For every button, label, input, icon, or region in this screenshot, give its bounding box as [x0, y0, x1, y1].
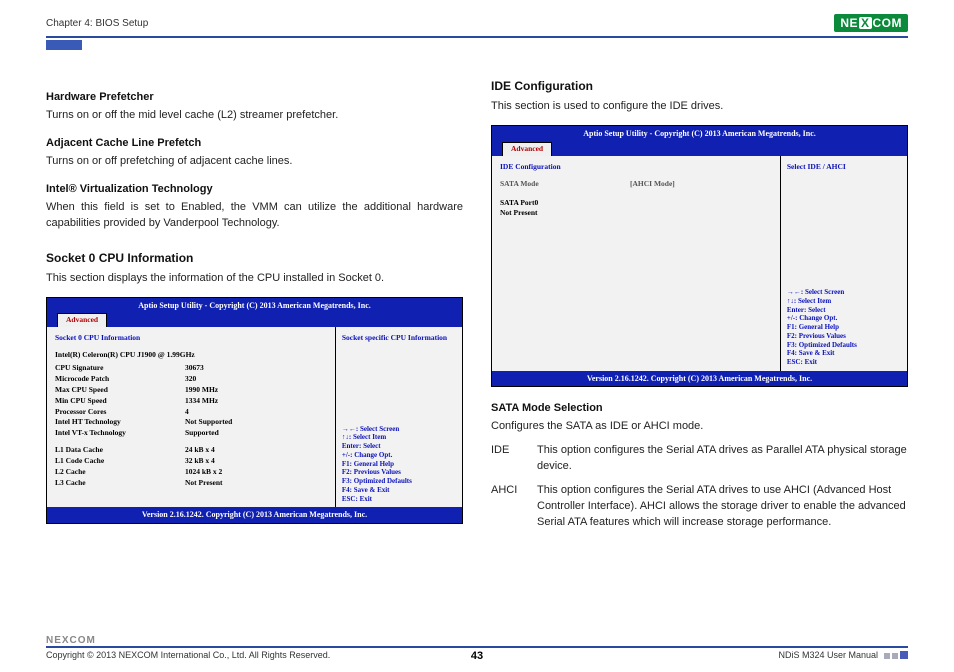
bios-key-help: →←: Select Screen ↑↓: Select Item Enter:…: [787, 288, 901, 367]
row-key: L3 Cache: [55, 478, 185, 489]
accent-tab: [46, 40, 82, 50]
brand-logo: NE X COM: [834, 14, 908, 32]
heading-hardware-prefetcher: Hardware Prefetcher: [46, 90, 463, 106]
help-line: F4: Save & Exit: [787, 349, 901, 358]
bios-help-title: Select IDE / AHCI: [787, 162, 901, 173]
row-key: Intel VT-x Technology: [55, 428, 185, 439]
right-column: IDE Configuration This section is used t…: [491, 78, 908, 531]
bios-left-pane: IDE Configuration SATA Mode [AHCI Mode] …: [492, 156, 781, 371]
help-line: F3: Optimized Defaults: [787, 341, 901, 350]
row-val: 4: [185, 407, 189, 418]
text-socket0: This section displays the information of…: [46, 271, 463, 287]
row-val: 30673: [185, 363, 204, 374]
bios-tab-row: Advanced: [492, 142, 907, 156]
help-line: ESC: Exit: [342, 495, 456, 504]
bios-panel-ide-config: Aptio Setup Utility - Copyright (C) 2013…: [491, 125, 908, 387]
row-key: CPU Signature: [55, 363, 185, 374]
help-line: F3: Optimized Defaults: [342, 477, 456, 486]
bios-footer: Version 2.16.1242. Copyright (C) 2013 Am…: [492, 371, 907, 387]
row-key: Min CPU Speed: [55, 396, 185, 407]
help-line: F1: General Help: [342, 460, 456, 469]
bios-right-pane: Socket specific CPU Information →←: Sele…: [336, 327, 462, 507]
row-val: 320: [185, 374, 196, 385]
help-line: ↑↓: Select Item: [787, 297, 901, 306]
bios-tab-advanced[interactable]: Advanced: [57, 313, 107, 327]
logo-text-a: NE: [840, 16, 858, 30]
bios-left-pane: Socket 0 CPU Information Intel(R) Celero…: [47, 327, 336, 507]
heading-sata-mode: SATA Mode Selection: [491, 401, 908, 417]
bios-title: Aptio Setup Utility - Copyright (C) 2013…: [47, 298, 462, 314]
row-val: 1334 MHz: [185, 396, 218, 407]
help-line: F4: Save & Exit: [342, 486, 456, 495]
header-rule: [46, 36, 908, 38]
text-ide-config: This section is used to configure the ID…: [491, 99, 908, 115]
bios-panel-cpu-info: Aptio Setup Utility - Copyright (C) 2013…: [46, 297, 463, 524]
left-column: Hardware Prefetcher Turns on or off the …: [46, 78, 463, 531]
help-line: →←: Select Screen: [342, 425, 456, 434]
heading-ide-config: IDE Configuration: [491, 78, 908, 95]
chapter-title: Chapter 4: BIOS Setup: [46, 18, 148, 29]
row-val: 24 kB x 4: [185, 445, 215, 456]
help-line: F1: General Help: [787, 323, 901, 332]
help-line: F2: Previous Values: [342, 468, 456, 477]
footer-logo: NEXCOM: [46, 635, 908, 646]
bios-title: Aptio Setup Utility - Copyright (C) 2013…: [492, 126, 907, 142]
bios-section-title: Socket 0 CPU Information: [55, 333, 329, 344]
row-val: 1990 MHz: [185, 385, 218, 396]
text-hardware-prefetcher: Turns on or off the mid level cache (L2)…: [46, 108, 463, 124]
row-key: Processor Cores: [55, 407, 185, 418]
text-sata-mode: Configures the SATA as IDE or AHCI mode.: [491, 419, 908, 435]
text-adjacent-cache: Turns on or off prefetching of adjacent …: [46, 154, 463, 170]
row-key: L2 Cache: [55, 467, 185, 478]
row-val: 32 kB x 4: [185, 456, 215, 467]
logo-x-icon: X: [859, 17, 872, 29]
row-key: L1 Data Cache: [55, 445, 185, 456]
bios-tab-row: Advanced: [47, 313, 462, 327]
ide-term: IDE: [491, 443, 525, 475]
row-val: Supported: [185, 428, 219, 439]
bios-footer: Version 2.16.1242. Copyright (C) 2013 Am…: [47, 507, 462, 523]
bios-key-help: →←: Select Screen ↑↓: Select Item Enter:…: [342, 425, 456, 504]
sata-port0-label: SATA Port0: [500, 198, 630, 209]
sata-mode-key: SATA Mode: [500, 179, 630, 190]
heading-adjacent-cache: Adjacent Cache Line Prefetch: [46, 136, 463, 152]
row-key: Intel HT Technology: [55, 417, 185, 428]
logo-text-b: COM: [873, 16, 903, 30]
row-val: 1024 kB x 2: [185, 467, 222, 478]
help-line: →←: Select Screen: [787, 288, 901, 297]
heading-socket0: Socket 0 CPU Information: [46, 250, 463, 267]
row-key: L1 Code Cache: [55, 456, 185, 467]
bios-section-title: IDE Configuration: [500, 162, 774, 173]
ide-desc: This option configures the Serial ATA dr…: [537, 443, 908, 475]
help-line: F2: Previous Values: [787, 332, 901, 341]
footer-rule: [46, 646, 908, 648]
row-key: Max CPU Speed: [55, 385, 185, 396]
row-val: Not Supported: [185, 417, 232, 428]
help-line: ↑↓: Select Item: [342, 433, 456, 442]
sata-mode-value[interactable]: [AHCI Mode]: [630, 179, 675, 190]
heading-intel-vt: Intel® Virtualization Technology: [46, 182, 463, 198]
help-line: ESC: Exit: [787, 358, 901, 367]
sata-port0-status: Not Present: [500, 208, 630, 219]
ahci-desc: This option configures the Serial ATA dr…: [537, 483, 908, 531]
row-val: Not Present: [185, 478, 223, 489]
page-number: 43: [0, 650, 954, 662]
bios-right-pane: Select IDE / AHCI →←: Select Screen ↑↓: …: [781, 156, 907, 371]
text-intel-vt: When this field is set to Enabled, the V…: [46, 200, 463, 232]
help-line: +/-: Change Opt.: [787, 314, 901, 323]
bios-help-title: Socket specific CPU Information: [342, 333, 456, 344]
help-line: Enter: Select: [342, 442, 456, 451]
cpu-name: Intel(R) Celeron(R) CPU J1900 @ 1.99GHz: [55, 350, 329, 361]
help-line: +/-: Change Opt.: [342, 451, 456, 460]
ahci-term: AHCI: [491, 483, 525, 531]
help-line: Enter: Select: [787, 306, 901, 315]
bios-tab-advanced[interactable]: Advanced: [502, 142, 552, 156]
row-key: Microcode Patch: [55, 374, 185, 385]
